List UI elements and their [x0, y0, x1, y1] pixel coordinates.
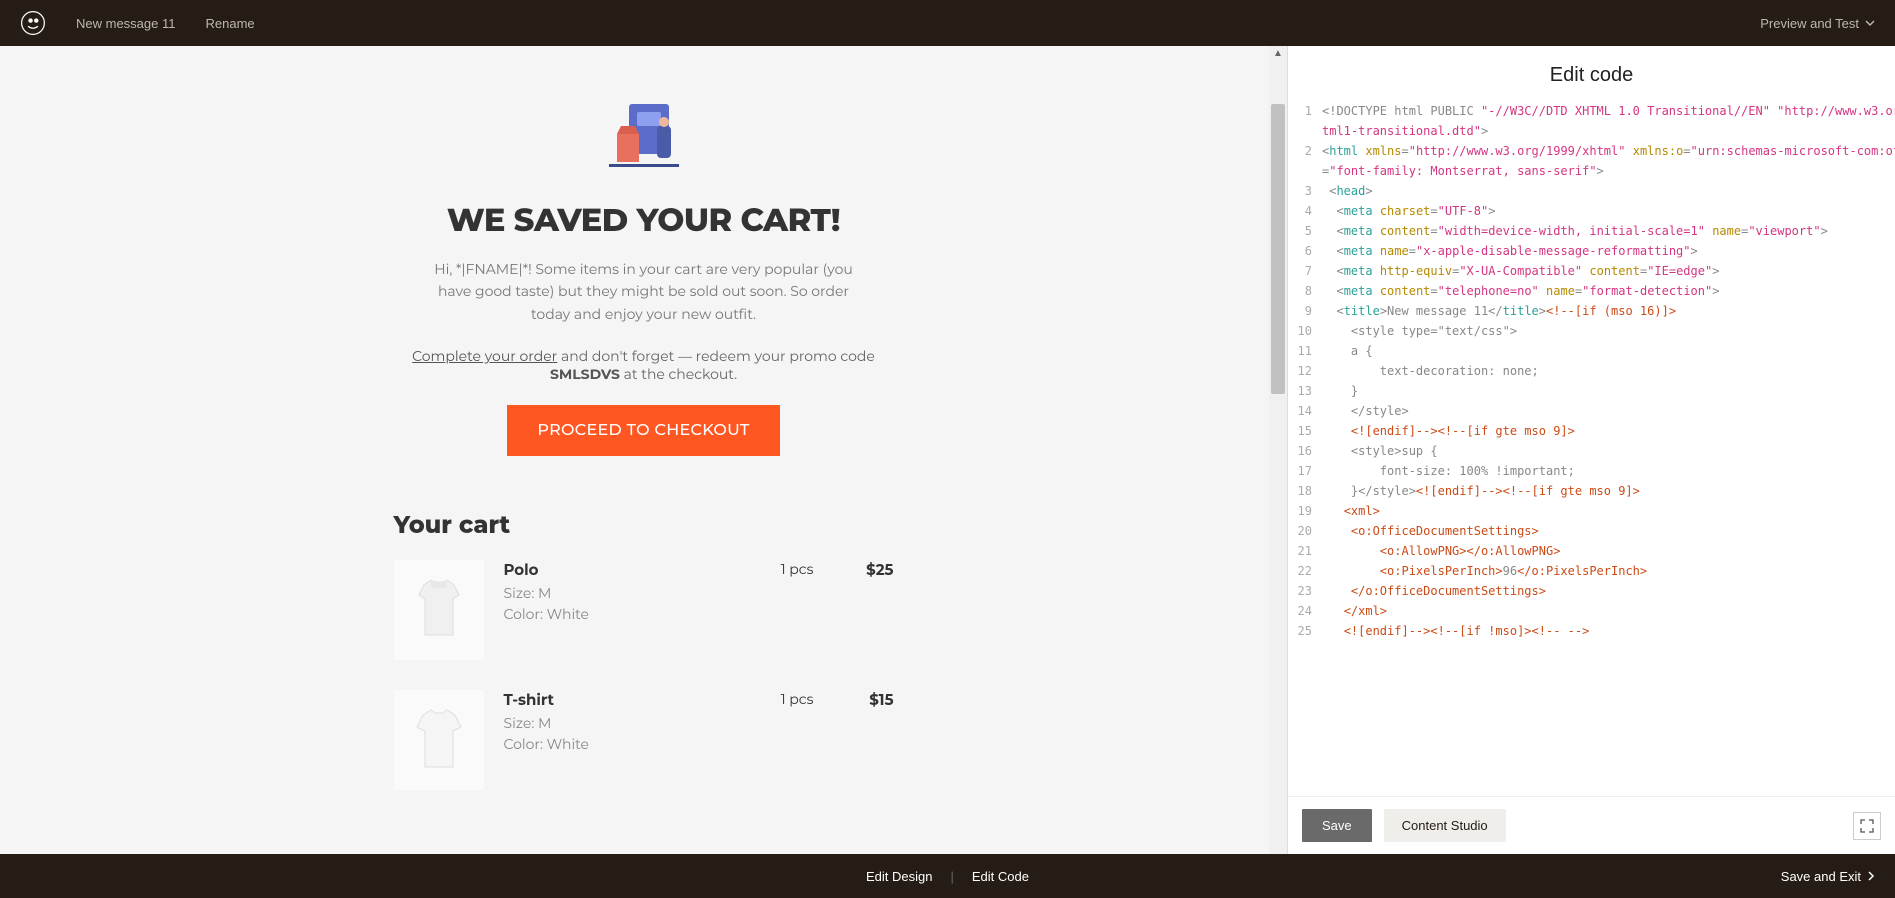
email-preview-pane: WE SAVED YOUR CART! Hi, *|FNAME|*! Some … [0, 46, 1287, 854]
code-line[interactable]: 16 <style>sup { [1288, 441, 1895, 461]
save-exit-button[interactable]: Save and Exit [1781, 869, 1875, 884]
save-button[interactable]: Save [1302, 809, 1372, 842]
code-line[interactable]: 21 <o:AllowPNG></o:AllowPNG> [1288, 541, 1895, 561]
code-line[interactable]: 11 a { [1288, 341, 1895, 361]
preview-test-label: Preview and Test [1760, 16, 1859, 31]
email-subtext: Hi, *|FNAME|*! Some items in your cart a… [394, 258, 894, 325]
scrollbar-up-icon[interactable]: ▲ [1273, 48, 1283, 59]
email-heading: WE SAVED YOUR CART! [394, 201, 894, 240]
cart-item: T-shirt Size: M Color: White 1 pcs $15 [394, 690, 894, 790]
product-size: Size: M [504, 583, 714, 604]
bottom-bar: Edit Design | Edit Code Save and Exit [0, 854, 1895, 898]
email-promo-row: Complete your order and don't forget — r… [394, 347, 894, 383]
code-line[interactable]: 18 }</style><![endif]--><!--[if gte mso … [1288, 481, 1895, 501]
chevron-down-icon [1865, 18, 1875, 28]
product-price: $25 [834, 560, 894, 579]
top-bar: New message 11 Rename Preview and Test [0, 0, 1895, 46]
mailchimp-logo-icon[interactable] [20, 10, 46, 36]
save-exit-label: Save and Exit [1781, 869, 1861, 884]
rename-link[interactable]: Rename [205, 16, 254, 31]
scrollbar-thumb[interactable] [1271, 104, 1285, 394]
product-price: $15 [834, 690, 894, 709]
message-name-link[interactable]: New message 11 [76, 16, 175, 31]
top-bar-left: New message 11 Rename [20, 10, 255, 36]
chevron-right-icon [1867, 871, 1875, 881]
main-area: WE SAVED YOUR CART! Hi, *|FNAME|*! Some … [0, 46, 1895, 854]
preview-test-dropdown[interactable]: Preview and Test [1760, 16, 1875, 31]
hero-illustration [599, 96, 689, 176]
bottom-center: Edit Design | Edit Code [866, 869, 1029, 884]
code-line[interactable]: tml1-transitional.dtd"> [1288, 121, 1895, 141]
code-line[interactable]: 19 <xml> [1288, 501, 1895, 521]
code-line[interactable]: 17 font-size: 100% !important; [1288, 461, 1895, 481]
code-line[interactable]: ="font-family: Montserrat, sans-serif"> [1288, 161, 1895, 181]
code-line[interactable]: 22 <o:PixelsPerInch>96</o:PixelsPerInch> [1288, 561, 1895, 581]
code-editor[interactable]: 1<!DOCTYPE html PUBLIC "-//W3C//DTD XHTM… [1288, 101, 1895, 796]
preview-scrollbar[interactable]: ▲ [1269, 46, 1287, 854]
promo-code: SMLSDVS [550, 365, 620, 383]
code-line[interactable]: 15 <![endif]--><!--[if gte mso 9]> [1288, 421, 1895, 441]
product-color: Color: White [504, 604, 714, 625]
edit-design-link[interactable]: Edit Design [866, 869, 932, 884]
code-line[interactable]: 1<!DOCTYPE html PUBLIC "-//W3C//DTD XHTM… [1288, 101, 1895, 121]
code-panel-title: Edit code [1288, 46, 1895, 101]
product-color: Color: White [504, 734, 714, 755]
code-line[interactable]: 3 <head> [1288, 181, 1895, 201]
code-line[interactable]: 6 <meta name="x-apple-disable-message-re… [1288, 241, 1895, 261]
code-line[interactable]: 24 </xml> [1288, 601, 1895, 621]
code-line[interactable]: 12 text-decoration: none; [1288, 361, 1895, 381]
code-line[interactable]: 13 } [1288, 381, 1895, 401]
code-line[interactable]: 4 <meta charset="UTF-8"> [1288, 201, 1895, 221]
product-qty: 1 pcs [734, 560, 814, 578]
separator: | [951, 869, 954, 884]
product-size: Size: M [504, 713, 714, 734]
product-image [394, 560, 484, 660]
code-line[interactable]: 23 </o:OfficeDocumentSettings> [1288, 581, 1895, 601]
code-line[interactable]: 8 <meta content="telephone=no" name="for… [1288, 281, 1895, 301]
email-content: WE SAVED YOUR CART! Hi, *|FNAME|*! Some … [294, 46, 994, 854]
code-editor-pane: Edit code 1<!DOCTYPE html PUBLIC "-//W3C… [1287, 46, 1895, 854]
cart-section: Your cart Polo Size: M Color: White 1 pc… [394, 511, 894, 790]
product-name: T-shirt [504, 690, 714, 709]
product-image [394, 690, 484, 790]
cart-item-details: Polo Size: M Color: White [504, 560, 714, 625]
expand-icon [1860, 819, 1874, 833]
product-qty: 1 pcs [734, 690, 814, 708]
complete-order-link[interactable]: Complete your order [412, 347, 557, 365]
code-line[interactable]: 2<html xmlns="http://www.w3.org/1999/xht… [1288, 141, 1895, 161]
expand-button[interactable] [1853, 812, 1881, 840]
cart-item: Polo Size: M Color: White 1 pcs $25 [394, 560, 894, 660]
code-footer: Save Content Studio [1288, 796, 1895, 854]
content-studio-button[interactable]: Content Studio [1384, 809, 1506, 842]
edit-code-link[interactable]: Edit Code [972, 869, 1029, 884]
code-line[interactable]: 20 <o:OfficeDocumentSettings> [1288, 521, 1895, 541]
proceed-checkout-button[interactable]: PROCEED TO CHECKOUT [507, 405, 779, 456]
cart-item-details: T-shirt Size: M Color: White [504, 690, 714, 755]
cart-title: Your cart [394, 511, 894, 540]
code-line[interactable]: 7 <meta http-equiv="X-UA-Compatible" con… [1288, 261, 1895, 281]
code-line[interactable]: 10 <style type="text/css"> [1288, 321, 1895, 341]
code-line[interactable]: 14 </style> [1288, 401, 1895, 421]
product-name: Polo [504, 560, 714, 579]
code-line[interactable]: 5 <meta content="width=device-width, ini… [1288, 221, 1895, 241]
code-line[interactable]: 25 <![endif]--><!--[if !mso]><!-- --> [1288, 621, 1895, 641]
code-line[interactable]: 9 <title>New message 11</title><!--[if (… [1288, 301, 1895, 321]
